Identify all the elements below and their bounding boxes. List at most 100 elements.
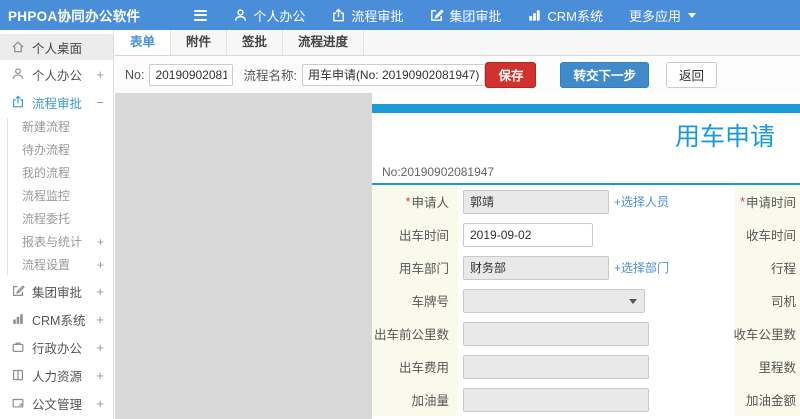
bar-chart-icon (11, 312, 25, 326)
forward-next-step-button[interactable]: 转交下一步 (560, 61, 649, 88)
expand-icon[interactable]: + (96, 312, 104, 327)
required-mark: * (740, 194, 745, 209)
edit-icon (11, 284, 25, 298)
expand-icon[interactable]: + (97, 231, 104, 254)
sidebar-item-group-approval[interactable]: 集团审批 + (0, 277, 113, 305)
form-table: * 申请人 +选择人员 * 申请时间 出车时 (372, 185, 800, 416)
tab-flow-progress[interactable]: 流程进度 (283, 30, 365, 55)
field-label-text: 行程 (770, 262, 796, 276)
fuel-amount-field-cell (458, 383, 735, 416)
expand-icon[interactable]: + (96, 340, 104, 355)
caret-down-icon (687, 12, 696, 18)
select-department-link[interactable]: +选择部门 (614, 259, 669, 276)
tab-form[interactable]: 表单 (115, 30, 172, 55)
sheet-top-strip (372, 104, 800, 113)
plate-number-select[interactable] (463, 288, 645, 313)
navbar-item-workflow-approval[interactable]: 流程审批 (331, 6, 403, 25)
trip-cost-label: 出车费用 (372, 350, 458, 383)
briefcase-icon (11, 340, 25, 354)
book-icon (11, 368, 25, 382)
sidebar-subitem-reports[interactable]: 报表与统计 + (0, 231, 113, 254)
share-icon (331, 8, 346, 23)
sidebar-subitem-new-flow[interactable]: 新建流程 (0, 116, 113, 139)
navbar-item-crm[interactable]: CRM系统 (527, 6, 603, 25)
form-sheet: 用车申请 No:20190902081947 * 申请人 +选择人员 * (372, 93, 800, 419)
field-label-text: 申请时间 (745, 196, 796, 210)
navbar-item-label: 个人办公 (253, 8, 306, 24)
apply-time-label: * 申请时间 (735, 185, 800, 218)
tab-attachments[interactable]: 附件 (171, 30, 228, 55)
sidebar-subitem-todo-flow[interactable]: 待办流程 (0, 139, 113, 162)
app-logo: PHPOA协同办公软件 (8, 9, 141, 24)
itinerary-label: 行程 (735, 251, 800, 284)
fuel-amount-input (463, 387, 649, 412)
navbar-item-label: CRM系统 (547, 8, 603, 24)
expand-icon[interactable]: + (96, 67, 104, 82)
sidebar-item-hr[interactable]: 人力资源 + (0, 361, 113, 389)
sidebar-item-label: 行政办公 (32, 341, 83, 356)
navbar-item-group-approval[interactable]: 集团审批 (429, 6, 501, 25)
department-label: 用车部门 (372, 251, 458, 284)
no-label: No: (125, 67, 145, 82)
save-button[interactable]: 保存 (485, 61, 537, 88)
required-mark: * (405, 194, 411, 209)
fuel-amount-label: 加油量 (372, 383, 458, 416)
applicant-label: * 申请人 (372, 185, 458, 218)
flow-name-input[interactable] (301, 63, 486, 86)
sidebar-item-workflow-approval[interactable]: 流程审批 − (0, 88, 113, 116)
trip-cost-field-cell (458, 350, 735, 383)
sidebar-item-label: 流程设置 (22, 258, 71, 272)
sidebar-item-label: 公文管理 (32, 397, 83, 412)
expand-icon[interactable]: + (96, 284, 104, 299)
navbar-item-personal-office[interactable]: 个人办公 (233, 6, 305, 25)
field-label-text: 车牌号 (411, 295, 449, 309)
sidebar-item-desktop[interactable]: 个人桌面 (0, 34, 113, 60)
field-label-text: 收车公里数 (733, 328, 796, 342)
home-icon (11, 40, 25, 54)
navbar-menu: 个人办公 流程审批 集团审批 CRM系统 更多应用 (233, 6, 722, 25)
field-label-text: 出车费用 (398, 361, 449, 375)
person-icon (11, 67, 25, 81)
expand-icon[interactable]: + (96, 396, 104, 411)
sidebar-subitem-flow-delegate[interactable]: 流程委托 (0, 208, 113, 231)
km-before-label: 出车前公里数 (372, 317, 458, 350)
field-label-text: 加油金额 (745, 394, 796, 408)
navbar-item-more-apps[interactable]: 更多应用 (629, 6, 696, 25)
depart-time-label: 出车时间 (372, 218, 458, 251)
collapse-icon[interactable]: − (96, 95, 104, 110)
sidebar-subitem-flow-settings[interactable]: 流程设置 + (0, 254, 113, 277)
navbar-item-label: 更多应用 (628, 8, 681, 24)
workflow-submenu: 新建流程 待办流程 我的流程 流程监控 流程委托 报表与统计 + 流程设置 + (0, 116, 113, 277)
sidebar-item-document-management[interactable]: 公文管理 + (0, 389, 113, 417)
depart-time-input[interactable] (463, 222, 593, 247)
field-label-text: 用车部门 (398, 262, 449, 276)
km-before-field-cell (458, 317, 735, 350)
tab-sign-approve[interactable]: 签批 (227, 30, 284, 55)
department-input (463, 255, 609, 280)
tab-bar: 表单 附件 签批 流程进度 (115, 30, 800, 56)
expand-icon[interactable]: + (97, 254, 104, 277)
sidebar-item-admin-office[interactable]: 行政办公 + (0, 333, 113, 361)
expand-icon[interactable]: + (96, 368, 104, 383)
hamburger-menu-icon[interactable] (190, 6, 211, 25)
fuel-cost-label: 加油金额 (735, 383, 800, 416)
sidebar-item-label: 人力资源 (32, 369, 83, 384)
sidebar-subitem-flow-monitor[interactable]: 流程监控 (0, 185, 113, 208)
sidebar-item-label: 集团审批 (32, 285, 83, 300)
top-navbar: PHPOA协同办公软件 个人办公 流程审批 集团审批 CRM系统 更多应用 (0, 0, 800, 30)
field-label-text: 出车前公里数 (373, 328, 449, 342)
share-icon (11, 95, 25, 109)
form-no-text: No:20190902081947 (382, 165, 495, 179)
depart-time-field-cell (458, 218, 735, 251)
content-backdrop: 用车申请 No:20190902081947 * 申请人 +选择人员 * (115, 93, 800, 419)
select-person-link[interactable]: +选择人员 (614, 193, 669, 210)
sidebar-item-crm[interactable]: CRM系统 + (0, 305, 113, 333)
sidebar-item-personal-office[interactable]: 个人办公 + (0, 60, 113, 88)
sidebar-item-label: 个人桌面 (32, 41, 83, 56)
sidebar-item-label: 报表与统计 (22, 235, 83, 249)
sidebar-subitem-my-flow[interactable]: 我的流程 (0, 162, 113, 185)
person-icon (233, 8, 248, 23)
back-button[interactable]: 返回 (665, 61, 717, 88)
document-icon (11, 396, 25, 410)
flow-no-input[interactable] (149, 63, 234, 86)
